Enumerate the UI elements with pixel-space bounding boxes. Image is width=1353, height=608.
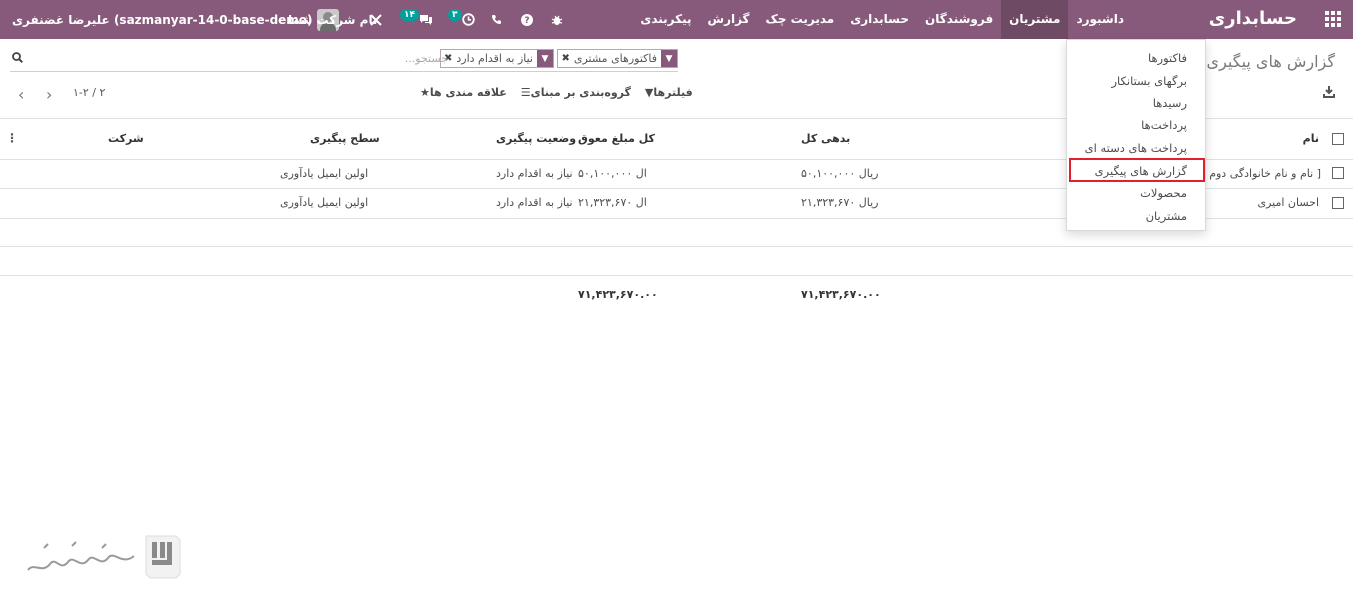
menu-check-management[interactable]: مدیریت چک	[758, 0, 843, 39]
groupby-button[interactable]: ☰گروه‌بندی بر مبنای	[521, 86, 631, 99]
pager-previous-icon[interactable]: ‹	[18, 85, 24, 104]
header-company[interactable]: شرکت	[108, 132, 144, 145]
highlight-box	[1069, 158, 1205, 182]
user-name: علیرضا غضنفری (sazmanyar-14-0-base-demo)	[12, 12, 313, 27]
row-border	[0, 246, 1353, 247]
app-menu-grid-icon[interactable]	[1325, 11, 1341, 27]
cell-total-due: ۲۱,۳۲۳,۶۷۰ ریال	[801, 196, 879, 209]
pager-next-icon[interactable]: ›	[46, 85, 52, 104]
activities-button[interactable]: ۳	[446, 0, 475, 39]
help-icon[interactable]: ?	[521, 0, 533, 39]
header-name[interactable]: نام	[1303, 132, 1319, 145]
total-due-sum: ۷۱,۴۲۳,۶۷۰.۰۰	[801, 288, 881, 301]
svg-text:?: ?	[524, 16, 529, 26]
search-input[interactable]	[34, 49, 448, 68]
header-total-due[interactable]: بدهی کل	[801, 132, 850, 145]
messages-badge: ۱۴	[400, 8, 419, 21]
watermark-logo	[27, 535, 181, 579]
dropdown-item-receipts[interactable]: رسیدها	[1153, 96, 1187, 110]
facet-needs-action: ▼ نیاز به اقدام دارد ✖	[439, 49, 554, 68]
cell-total-overdue: ۵۰,۱۰۰,۰۰۰ ریال	[578, 167, 646, 180]
select-all-checkbox[interactable]	[1332, 133, 1344, 145]
phone-icon[interactable]	[491, 0, 502, 39]
page-title-breadcrumb[interactable]: گزارش های پیگیری	[1207, 52, 1335, 71]
messages-button[interactable]: ۱۴	[398, 0, 433, 39]
row-checkbox[interactable]	[1332, 197, 1344, 209]
menu-reporting[interactable]: گزارش	[700, 0, 758, 39]
facet-label: فاکتورهای مشتری	[573, 52, 657, 65]
column-options-icon[interactable]: ⋮	[6, 131, 18, 145]
facet-remove-icon[interactable]: ✖	[558, 53, 569, 64]
dropdown-item-credit-notes[interactable]: برگهای بستانکار	[1111, 74, 1187, 88]
header-followup-status[interactable]: وضعیت پیگیری	[496, 132, 576, 145]
customers-dropdown-menu: فاکتورها برگهای بستانکار رسیدها پرداخت‌ه…	[1066, 39, 1206, 231]
facet-label: نیاز به اقدام دارد	[456, 52, 533, 65]
cell-followup-status: نیاز به اقدام دارد	[496, 196, 573, 209]
menu-vendors[interactable]: فروشندگان	[917, 0, 1001, 39]
tools-icon[interactable]	[370, 0, 382, 39]
dropdown-item-payments[interactable]: پرداخت‌ها	[1141, 118, 1187, 132]
menu-accounting[interactable]: حسابداری	[842, 0, 917, 39]
cell-followup-level: اولین ایمیل یادآوری	[280, 167, 369, 180]
company-name: نام شرکت شما	[288, 12, 378, 27]
header-total-overdue[interactable]: کل مبلغ معوق	[578, 132, 655, 145]
cell-followup-status: نیاز به اقدام دارد	[496, 167, 573, 180]
main-menu: داشبورد مشتریان فروشندگان حسابداری مدیری…	[632, 0, 1132, 39]
row-checkbox[interactable]	[1332, 167, 1344, 179]
chat-icon	[420, 14, 432, 25]
cell-name: [ نام و نام خانوادگی دوم	[1209, 167, 1321, 180]
search-options: ▼فیلترها ☰گروه‌بندی بر مبنای ★علاقه مندی…	[420, 86, 693, 99]
dropdown-item-customers[interactable]: مشتریان	[1146, 209, 1187, 223]
dropdown-item-batch-payments[interactable]: پرداخت های دسته ای	[1085, 141, 1187, 155]
cell-followup-level: اولین ایمیل یادآوری	[280, 196, 369, 209]
search-icon[interactable]	[12, 52, 24, 66]
filter-icon: ▼	[537, 50, 553, 67]
facet-customer-invoices: ▼ فاکتورهای مشتری ✖	[557, 49, 678, 68]
header-followup-level[interactable]: سطح پیگیری	[310, 132, 380, 145]
cell-total-overdue: ۲۱,۳۲۳,۶۷۰ ریال	[578, 196, 646, 209]
cell-name: احسان امیری	[1257, 196, 1319, 209]
clock-icon	[461, 13, 475, 26]
app-brand: حسابداری	[1208, 8, 1297, 29]
search-bar: ▼ فاکتورهای مشتری ✖ ▼ نیاز به اقدام دارد…	[10, 47, 678, 72]
dropdown-item-products[interactable]: محصولات	[1140, 186, 1187, 200]
download-icon[interactable]	[1323, 86, 1335, 102]
activities-badge: ۳	[448, 8, 462, 21]
menu-dashboard[interactable]: داشبورد	[1068, 0, 1132, 39]
dropdown-item-invoices[interactable]: فاکتورها	[1148, 51, 1187, 65]
bars-icon: ☰	[520, 86, 531, 99]
company-switcher[interactable]: نام شرکت شما	[288, 0, 377, 39]
menu-configuration[interactable]: پیکربندی	[632, 0, 699, 39]
star-icon: ★	[420, 86, 430, 99]
filters-button[interactable]: ▼فیلترها	[645, 86, 693, 99]
total-overdue-sum: ۷۱,۴۲۳,۶۷۰.۰۰	[578, 288, 658, 301]
cell-total-due: ۵۰,۱۰۰,۰۰۰ ریال	[801, 167, 879, 180]
row-border	[0, 275, 1353, 276]
pager-value[interactable]: ۱-۲ / ۲	[73, 86, 105, 99]
filter-icon: ▼	[661, 50, 677, 67]
menu-customers[interactable]: مشتریان	[1001, 0, 1069, 39]
favorites-button[interactable]: ★علاقه مندی ها	[420, 86, 507, 99]
debug-bug-icon[interactable]	[551, 0, 563, 39]
top-navbar: حسابداری داشبورد مشتریان فروشندگان حسابد…	[0, 0, 1353, 39]
